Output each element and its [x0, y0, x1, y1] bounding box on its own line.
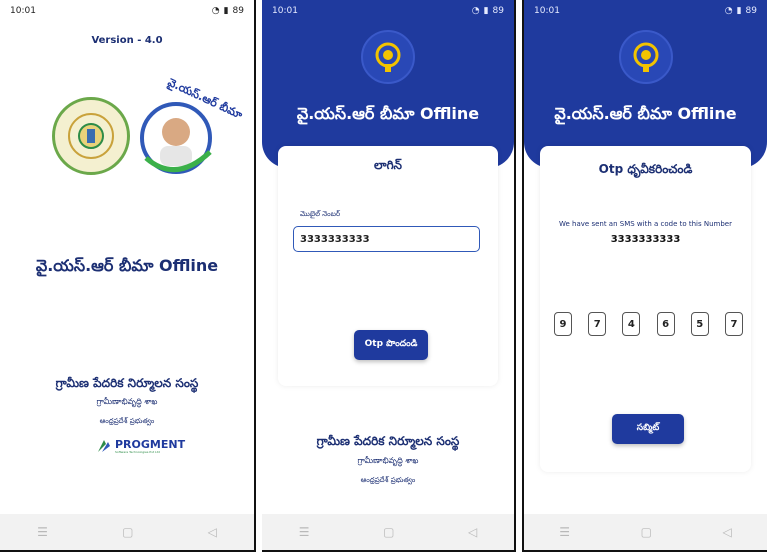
card-title: Otp ధృవీకరించండి	[598, 162, 693, 176]
otp-card: Otp ధృవీకరించండి We have sent an SMS wit…	[540, 146, 751, 472]
progment-text: PROGMENT	[115, 437, 186, 451]
dept-name: గ్రామీణాభివృద్ధి శాఖ	[357, 456, 419, 465]
phone-number: 3333333333	[610, 234, 681, 245]
battery-icon: 89	[745, 6, 757, 16]
govt-name: ఆంధ్రప్రదేశ్ ప్రభుత్వం	[360, 476, 416, 484]
otp-digit-1[interactable]: 9	[554, 312, 572, 336]
get-otp-button[interactable]: Otp పొందండి	[354, 330, 428, 360]
header-title: వై.యస్.ఆర్ బీమా Offline	[296, 104, 480, 123]
header-band	[524, 0, 767, 168]
sms-info-text: We have sent an SMS with a code to this …	[559, 220, 732, 228]
otp-digit-2[interactable]: 7	[588, 312, 607, 336]
home-nav-icon[interactable]: ▢	[383, 525, 394, 539]
menu-nav-icon[interactable]: ☰	[559, 525, 570, 539]
header-title: వై.యస్.ఆర్ బీమా Offline	[554, 104, 737, 123]
ap-emblem-logo	[52, 97, 130, 175]
version-label: Version - 4.0	[91, 35, 163, 46]
otp-digit-6[interactable]: 7	[724, 312, 743, 336]
login-screen: 10:01 ◔ ▮ 89 వై.యస్.ఆర్ బీమా Offline లాగ…	[262, 0, 516, 552]
otp-digit-5[interactable]: 5	[690, 312, 709, 336]
signal-icon: ▮	[223, 6, 229, 16]
system-nav-bar: ☰ ▢ ◁	[524, 514, 767, 550]
mobile-input[interactable]: 3333333333	[293, 226, 480, 252]
header-band	[262, 0, 514, 168]
org-name: గ్రామీణ పేదరిక నిర్మూలన సంస్థ	[55, 376, 199, 390]
dept-name: గ్రామీణాభివృద్ధి శాఖ	[96, 397, 158, 406]
card-title: లాగిన్	[374, 158, 402, 172]
back-nav-icon[interactable]: ◁	[722, 525, 731, 539]
login-card: లాగిన్ మొబైల్ నెంబర్ 3333333333 Otp పొంద…	[278, 146, 498, 386]
home-nav-icon[interactable]: ▢	[641, 525, 652, 539]
wifi-icon: ◔	[211, 6, 220, 16]
status-bar: 10:01 ◔ ▮ 89	[262, 0, 514, 22]
mobile-label: మొబైల్ నెంబర్	[300, 210, 341, 218]
ysr-bima-logo: వై.యస్.ఆర్ బీమా	[136, 76, 244, 180]
progment-icon	[98, 440, 110, 452]
signal-icon: ▮	[483, 6, 489, 16]
back-nav-icon[interactable]: ◁	[208, 525, 217, 539]
menu-nav-icon[interactable]: ☰	[299, 525, 310, 539]
status-time: 10:01	[534, 6, 560, 16]
app-title: వై.యస్.ఆర్ బీమా Offline	[35, 256, 219, 275]
status-time: 10:01	[10, 6, 36, 16]
menu-nav-icon[interactable]: ☰	[37, 525, 48, 539]
system-nav-bar: ☰ ▢ ◁	[262, 514, 514, 550]
signal-icon: ▮	[736, 6, 742, 16]
emblem-logo	[361, 30, 415, 84]
status-bar: 10:01 ◔ ▮ 89	[0, 0, 254, 22]
status-time: 10:01	[272, 6, 298, 16]
govt-name: ఆంధ్రప్రదేశ్ ప్రభుత్వం	[99, 417, 155, 425]
wifi-icon: ◔	[724, 6, 733, 16]
progment-logo: PROGMENT Software Technologies Pvt Ltd	[96, 438, 185, 454]
battery-icon: 89	[232, 6, 244, 16]
otp-digit-3[interactable]: 4	[622, 312, 641, 336]
system-nav-bar: ☰ ▢ ◁	[0, 514, 254, 550]
org-name: గ్రామీణ పేదరిక నిర్మూలన సంస్థ	[316, 434, 460, 448]
otp-input-row: 9 7 4 6 5 7	[554, 312, 743, 336]
splash-screen: 10:01 ◔ ▮ 89 Version - 4.0 వై.యస్.ఆర్ బీ…	[0, 0, 256, 552]
otp-digit-4[interactable]: 6	[656, 312, 675, 336]
status-bar: 10:01 ◔ ▮ 89	[524, 0, 767, 22]
back-nav-icon[interactable]: ◁	[468, 525, 477, 539]
wifi-icon: ◔	[471, 6, 480, 16]
otp-screen: 10:01 ◔ ▮ 89 వై.యస్.ఆర్ బీమా Offline Otp…	[522, 0, 767, 552]
submit-button[interactable]: సబ్మిట్	[612, 414, 684, 444]
battery-icon: 89	[492, 6, 504, 16]
emblem-logo	[618, 30, 673, 84]
home-nav-icon[interactable]: ▢	[122, 525, 133, 539]
